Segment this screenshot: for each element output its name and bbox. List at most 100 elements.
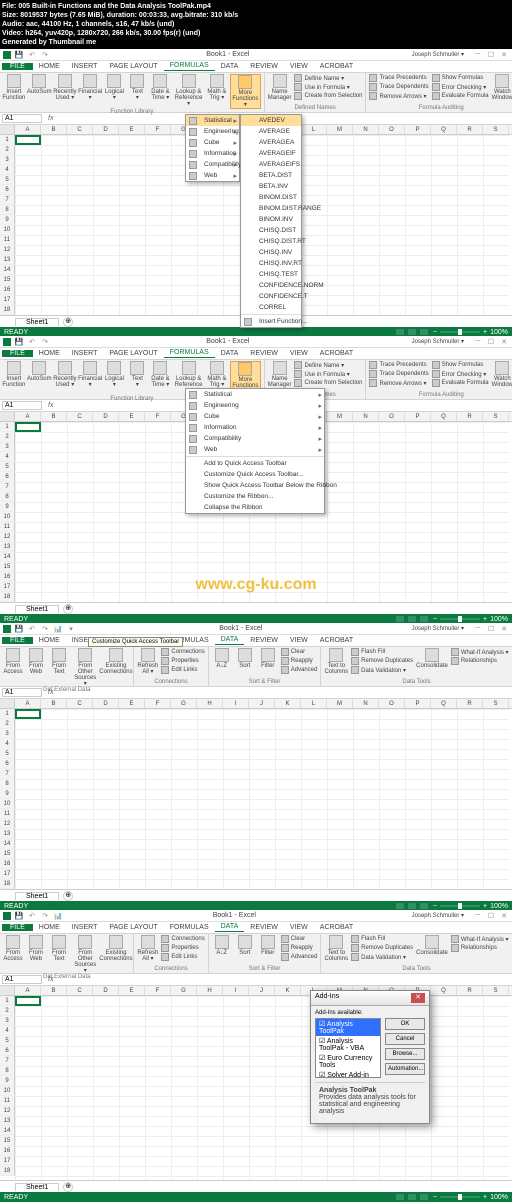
col-header[interactable]: J [249, 986, 275, 995]
ribbon-btn[interactable]: A↓Z [212, 648, 232, 669]
ribbon-btn[interactable]: Consolidate [416, 935, 448, 956]
col-header[interactable]: E [119, 125, 145, 134]
col-header[interactable]: M [327, 699, 353, 708]
select-all[interactable] [0, 125, 15, 134]
menu-item[interactable]: CHISQ.INV [241, 247, 301, 258]
row-header[interactable]: 3 [0, 442, 15, 452]
row-header[interactable]: 14 [0, 552, 15, 562]
context-menu-item[interactable]: Show Quick Access Toolbar Below the Ribb… [186, 480, 324, 491]
row-header[interactable]: 14 [0, 839, 15, 849]
col-header[interactable]: N [353, 125, 379, 134]
menu-item[interactable]: BINOM.DIST [241, 192, 301, 203]
view-layout[interactable] [407, 1193, 417, 1201]
menu-item[interactable]: CHISQ.DIST.RT [241, 236, 301, 247]
ribbon-btn[interactable]: Text toColumns [324, 648, 348, 675]
ribbon-small-btn[interactable]: What-If Analysis ▾ [451, 935, 509, 943]
tab-data[interactable]: DATA [215, 350, 245, 357]
dialog-button[interactable]: Automation... [385, 1063, 425, 1075]
selected-cell[interactable] [15, 422, 41, 432]
ribbon-small-btn[interactable]: Relationships [451, 944, 509, 952]
zoom-slider[interactable] [440, 618, 480, 620]
tab-formulas[interactable]: FORMULAS [164, 62, 215, 71]
context-menu-item[interactable]: Customize Quick Access Toolbar... [186, 469, 324, 480]
col-header[interactable]: Q [431, 699, 457, 708]
view-layout[interactable] [407, 328, 417, 336]
row-header[interactable]: 17 [0, 1156, 15, 1166]
row-header[interactable]: 12 [0, 819, 15, 829]
ribbon-small-btn[interactable]: Use in Formula ▾ [294, 370, 362, 378]
tab-data[interactable]: DATA [215, 63, 245, 70]
ribbon-small-btn[interactable]: Connections [161, 935, 204, 943]
qat-customize[interactable]: ▾ [66, 625, 76, 633]
row-header[interactable]: 13 [0, 1116, 15, 1126]
ribbon-small-btn[interactable]: Evaluate Formula [432, 379, 489, 387]
selected-cell[interactable] [15, 996, 41, 1006]
col-header[interactable]: A [15, 699, 41, 708]
menu-item[interactable]: Engineering▸ [186, 126, 239, 137]
redo-icon[interactable]: ↷ [40, 625, 50, 633]
menu-item[interactable]: Information▸ [186, 148, 239, 159]
close-button[interactable]: ✕ [499, 625, 509, 633]
sheet-tab[interactable]: Sheet1 [15, 1183, 59, 1191]
row-header[interactable]: 16 [0, 1146, 15, 1156]
col-header[interactable]: O [379, 125, 405, 134]
ribbon-btn[interactable]: A↓Z [212, 935, 232, 956]
select-all[interactable] [0, 986, 15, 995]
ribbon-small-btn[interactable]: Create from Selection [294, 379, 362, 387]
ribbon-btn[interactable]: Sort [235, 935, 255, 956]
watch-window[interactable]: WatchWindow [492, 74, 512, 101]
ribbon-btn[interactable]: RecentlyUsed ▾ [54, 361, 76, 388]
ribbon-small-btn[interactable]: Use in Formula ▾ [294, 83, 362, 91]
tab-home[interactable]: HOME [33, 63, 66, 70]
tab-review[interactable]: REVIEW [244, 924, 284, 931]
col-header[interactable]: F [145, 986, 171, 995]
ribbon-btn[interactable]: Text▾ [127, 74, 147, 101]
ribbon-btn[interactable]: Filter [258, 648, 278, 669]
row-header[interactable]: 11 [0, 1096, 15, 1106]
tab-insert[interactable]: INSERT [66, 924, 104, 931]
col-header[interactable]: D [93, 412, 119, 421]
ribbon-btn[interactable]: InsertFunction [3, 74, 25, 101]
menu-item[interactable]: AVERAGE [241, 126, 301, 137]
view-layout[interactable] [407, 615, 417, 623]
select-all[interactable] [0, 412, 15, 421]
tab-home[interactable]: HOME [33, 637, 66, 644]
col-header[interactable]: S [483, 986, 509, 995]
addin-list-item[interactable]: ☑ Euro Currency Tools [316, 1053, 380, 1070]
fx-icon[interactable]: fx [44, 976, 57, 983]
tab-formulas[interactable]: FORMULAS [164, 924, 215, 931]
ribbon-small-btn[interactable]: Show Formulas [432, 74, 489, 82]
ribbon-small-btn[interactable]: Evaluate Formula [432, 92, 489, 100]
view-break[interactable] [419, 615, 429, 623]
ribbon-btn[interactable]: FromAccess [3, 648, 23, 675]
tab-review[interactable]: REVIEW [244, 350, 284, 357]
view-normal[interactable] [395, 1193, 405, 1201]
row-header[interactable]: 12 [0, 1106, 15, 1116]
ribbon-small-btn[interactable]: Clear [281, 648, 318, 656]
row-header[interactable]: 15 [0, 1136, 15, 1146]
name-box[interactable]: A1 [2, 975, 42, 984]
tab-file[interactable]: FILE [2, 924, 33, 931]
dialog-close-button[interactable]: ✕ [411, 993, 425, 1003]
formula-bar[interactable] [57, 688, 512, 698]
tab-acrobat[interactable]: ACROBAT [314, 63, 359, 70]
row-header[interactable]: 10 [0, 1086, 15, 1096]
col-header[interactable]: D [93, 125, 119, 134]
row-header[interactable]: 4 [0, 739, 15, 749]
col-header[interactable]: B [41, 699, 67, 708]
menu-item[interactable]: Statistical▸ [186, 389, 324, 400]
row-header[interactable]: 9 [0, 215, 15, 225]
row-header[interactable]: 2 [0, 1006, 15, 1016]
zoom-slider[interactable] [440, 905, 480, 907]
select-all[interactable] [0, 699, 15, 708]
ribbon-btn[interactable]: From OtherSources ▾ [72, 648, 99, 687]
menu-item[interactable]: BETA.INV [241, 181, 301, 192]
redo-icon[interactable]: ↷ [40, 51, 50, 59]
ribbon-small-btn[interactable]: Remove Duplicates [351, 657, 413, 665]
col-header[interactable]: P [405, 125, 431, 134]
addins-list[interactable]: ☑ Analysis ToolPak☑ Analysis ToolPak - V… [315, 1018, 381, 1078]
ribbon-btn[interactable]: Financial▾ [79, 361, 102, 388]
ribbon-btn[interactable]: Logical▾ [104, 361, 124, 388]
ribbon-small-btn[interactable]: Edit Links [161, 666, 204, 674]
tab-view[interactable]: VIEW [284, 924, 314, 931]
